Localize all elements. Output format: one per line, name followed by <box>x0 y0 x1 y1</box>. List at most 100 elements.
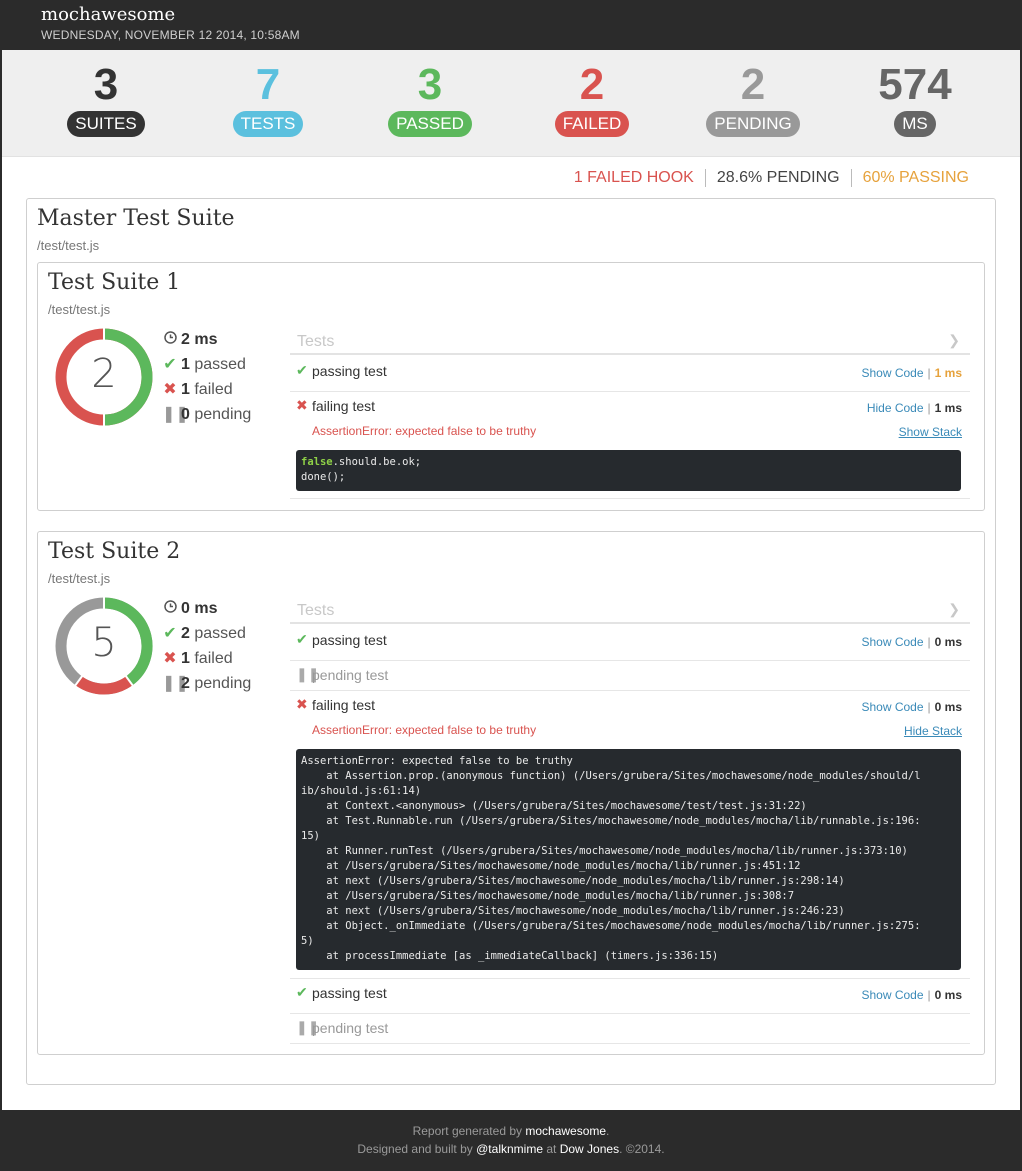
meta-separator: | <box>927 635 931 649</box>
test-error-message: AssertionError: expected false to be tru… <box>312 424 537 438</box>
summary-pending-label: pending <box>194 675 252 692</box>
quick-summary: 1 FAILED HOOK 28.6% PENDING 60% PASSING <box>563 166 980 190</box>
test-row: ✖ failing test Hide Code | 1 ms AssertionE… <box>290 392 970 499</box>
show-code-link[interactable]: Show Code <box>861 366 923 380</box>
stat-tests-label: TESTS <box>232 111 304 137</box>
cross-icon: ✖ <box>163 650 177 667</box>
cross-icon: ✖ <box>163 381 177 398</box>
suite-file: /test/test.js <box>48 302 111 317</box>
test-title: passing test <box>312 632 387 648</box>
meta-separator: | <box>927 401 931 415</box>
summary-failed-label: failed <box>194 650 233 667</box>
stat-passed-label: PASSED <box>388 111 472 137</box>
test-error-message: AssertionError: expected false to be tru… <box>312 723 537 737</box>
tests-header-label: Tests <box>297 602 335 619</box>
mochawesome-link[interactable]: mochawesome <box>525 1124 606 1138</box>
stat-pending: 2 PENDING <box>703 60 803 137</box>
clock-icon <box>162 598 178 620</box>
summary-passed: ✔ 1 passed <box>162 354 251 379</box>
test-row: ❚❚ pending test <box>290 1014 970 1044</box>
stat-ms-value: 574 <box>878 60 952 109</box>
stat-tests-value: 7 <box>255 60 281 109</box>
suite-donut: 5 <box>54 596 154 696</box>
chevron-down-icon[interactable]: ❯ <box>948 601 960 618</box>
stat-suites-value: 3 <box>93 60 119 109</box>
cross-icon: ✖ <box>296 397 308 413</box>
stats-bar: 3 SUITES 7 TESTS 3 PASSED 2 FAILED 2 PEN… <box>2 50 1020 157</box>
meta-separator: | <box>927 988 931 1002</box>
donut-failed-segment <box>75 676 133 695</box>
summary-failed-count: 1 <box>181 650 190 667</box>
top-bar: mochawesome WEDNESDAY, NOVEMBER 12 2014,… <box>0 0 1022 50</box>
check-icon: ✔ <box>296 362 308 378</box>
summary-pending-count: 0 <box>181 406 190 423</box>
donut-total: 5 <box>91 620 117 666</box>
test-title: passing test <box>312 363 387 379</box>
stat-suites-label: SUITES <box>67 111 145 137</box>
summary-pending: ❚❚0 pending <box>162 404 251 429</box>
stat-ms-label: MS <box>894 111 936 137</box>
master-suite-panel: Master Test Suite /test/test.js Test Sui… <box>26 198 996 1085</box>
report-date: WEDNESDAY, NOVEMBER 12 2014, 10:58AM <box>41 28 300 42</box>
hide-stack-link[interactable]: Hide Stack <box>904 724 962 738</box>
summary-pending-count: 2 <box>181 675 190 692</box>
show-code-link[interactable]: Show Code <box>861 635 923 649</box>
footer-text: Designed and built by <box>357 1142 473 1156</box>
summary-failed-count: 1 <box>181 381 190 398</box>
stat-passed: 3 PASSED <box>380 60 480 137</box>
tests-header[interactable]: Tests ❯ <box>290 597 970 624</box>
summary-pending: ❚❚2 pending <box>162 673 251 698</box>
test-row: ❚❚ pending test <box>290 661 970 691</box>
test-title: failing test <box>312 697 376 713</box>
pause-icon: ❚❚ <box>162 406 189 423</box>
show-code-link[interactable]: Show Code <box>861 988 923 1002</box>
test-row: ✖ failing test Show Code | 0 ms AssertionE… <box>290 691 970 979</box>
stat-failed-value: 2 <box>579 60 605 109</box>
test-meta: Show Code | 0 ms <box>861 635 962 649</box>
stat-pending-label: PENDING <box>706 111 800 137</box>
stat-ms: 574 MS <box>865 60 965 137</box>
summary-passed-label: passed <box>194 625 246 642</box>
suite-panel: Test Suite 2 /test/test.js 5 0 ms ✔ 2 pas… <box>37 531 985 1055</box>
meta-separator: | <box>927 366 931 380</box>
test-duration: 1 ms <box>934 366 962 380</box>
stat-pending-value: 2 <box>740 60 766 109</box>
brand-title: mochawesome <box>41 4 176 25</box>
tests-header-label: Tests <box>297 333 335 350</box>
stat-passed-value: 3 <box>417 60 443 109</box>
tests-header[interactable]: Tests ❯ <box>290 328 970 355</box>
test-title: pending test <box>312 1020 389 1036</box>
meta-separator: | <box>927 700 931 714</box>
summary-passed-count: 1 <box>181 356 190 373</box>
stat-failed: 2 FAILED <box>542 60 642 137</box>
code-keyword: false <box>301 456 333 468</box>
summary-duration: 2 ms <box>162 329 251 354</box>
donut-total: 2 <box>91 351 117 397</box>
check-icon: ✔ <box>296 984 308 1000</box>
test-row: ✔ passing test Show Code | 0 ms <box>290 626 970 661</box>
company-link[interactable]: Dow Jones <box>560 1142 619 1156</box>
suite-panel: Test Suite 1 /test/test.js 2 2 ms ✔ 1 pas… <box>37 262 985 511</box>
code-block: false.should.be.ok; done(); <box>296 450 961 491</box>
suite-file: /test/test.js <box>48 571 111 586</box>
chevron-down-icon[interactable]: ❯ <box>948 332 960 349</box>
suite-donut: 2 <box>54 327 154 427</box>
check-icon: ✔ <box>163 625 177 642</box>
test-meta: Show Code | 0 ms <box>861 700 962 714</box>
passing-summary: 60% PASSING <box>850 169 980 187</box>
hide-code-link[interactable]: Hide Code <box>867 401 924 415</box>
show-stack-link[interactable]: Show Stack <box>899 425 962 439</box>
summary-pending-label: pending <box>194 406 252 423</box>
test-duration: 0 ms <box>934 635 962 649</box>
summary-duration-value: 0 ms <box>181 600 218 617</box>
summary-failed: ✖ 1 failed <box>162 648 251 673</box>
suite-title: Test Suite 2 <box>48 539 181 564</box>
show-code-link[interactable]: Show Code <box>861 700 923 714</box>
test-meta: Hide Code | 1 ms <box>867 401 962 415</box>
author-link[interactable]: @talknmime <box>476 1142 543 1156</box>
summary-passed-label: passed <box>194 356 246 373</box>
footer-text: Report generated by <box>412 1124 522 1138</box>
check-icon: ✔ <box>163 356 177 373</box>
check-icon: ✔ <box>296 631 308 647</box>
summary-failed-label: failed <box>194 381 233 398</box>
